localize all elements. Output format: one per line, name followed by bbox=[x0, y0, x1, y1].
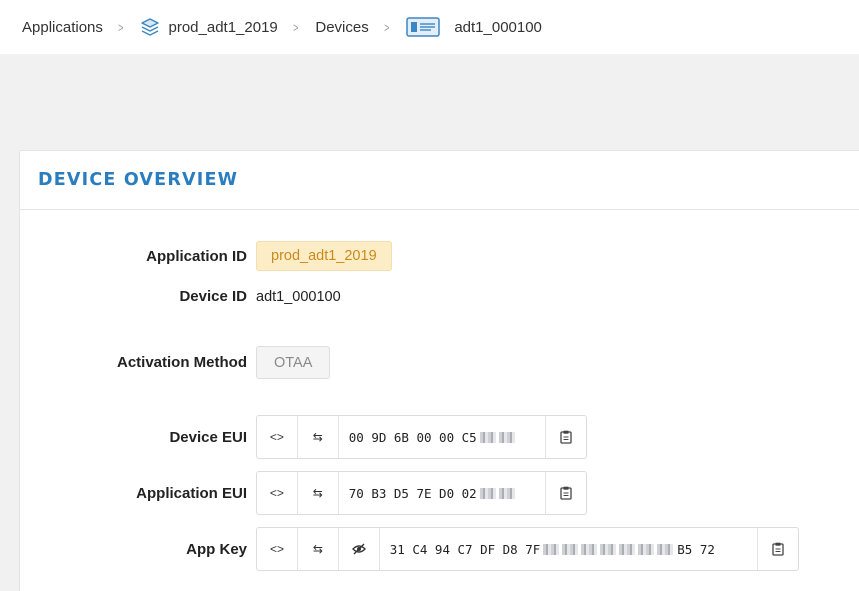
eye-slash-icon[interactable] bbox=[339, 528, 380, 570]
breadcrumb-application[interactable]: prod_adt1_2019 bbox=[140, 17, 278, 37]
layers-icon bbox=[140, 17, 160, 37]
activation-method-label: Activation Method bbox=[117, 354, 247, 371]
redacted-bytes bbox=[581, 543, 598, 555]
card-title: DEVICE OVERVIEW bbox=[38, 170, 239, 190]
device-eui-label: Device EUI bbox=[169, 428, 247, 446]
redacted-bytes bbox=[619, 543, 636, 555]
clipboard-icon[interactable] bbox=[545, 416, 586, 458]
redacted-bytes bbox=[479, 431, 496, 443]
breadcrumb-applications-label: Applications bbox=[22, 18, 103, 36]
code-icon[interactable]: <> bbox=[257, 472, 298, 514]
app-key-value-box[interactable]: 31 C4 94 C7 DF D8 7F B5 72 bbox=[380, 528, 757, 570]
redacted-bytes bbox=[543, 543, 560, 555]
breadcrumb-device[interactable]: adt1_000100 bbox=[406, 16, 542, 38]
breadcrumb-application-label: prod_adt1_2019 bbox=[168, 18, 278, 36]
redacted-bytes bbox=[562, 543, 579, 555]
app-key-label: App Key bbox=[186, 540, 247, 558]
redacted-bytes bbox=[498, 487, 515, 499]
chevron-right-icon: > bbox=[383, 19, 390, 35]
application-id-label: Application ID bbox=[146, 247, 247, 265]
application-eui-row: Application EUI <> ⇆ 70 B3 D5 7E D0 02 bbox=[20, 471, 587, 515]
app-key-field: <> ⇆ 31 C4 94 C7 DF D8 7F B5 72 bbox=[256, 527, 799, 571]
device-overview-card: DEVICE OVERVIEW Application ID prod_adt1… bbox=[19, 150, 859, 591]
activation-method-tag: OTAA bbox=[256, 346, 331, 379]
clipboard-icon[interactable] bbox=[545, 472, 586, 514]
app-key-value-end: B5 72 bbox=[677, 541, 715, 557]
breadcrumb-device-label: adt1_000100 bbox=[454, 18, 542, 36]
device-id-value: adt1_000100 bbox=[256, 288, 341, 305]
redacted-bytes bbox=[638, 543, 655, 555]
application-eui-field: <> ⇆ 70 B3 D5 7E D0 02 bbox=[256, 471, 587, 515]
redacted-bytes bbox=[600, 543, 617, 555]
activation-method-row: Activation Method OTAA bbox=[20, 346, 331, 379]
code-icon[interactable]: <> bbox=[257, 528, 298, 570]
device-eui-value: 00 9D 6B 00 00 C5 bbox=[348, 429, 477, 445]
application-id-tag[interactable]: prod_adt1_2019 bbox=[256, 241, 392, 271]
code-icon[interactable]: <> bbox=[257, 416, 298, 458]
application-eui-value-box[interactable]: 70 B3 D5 7E D0 02 bbox=[339, 472, 545, 514]
swap-icon[interactable]: ⇆ bbox=[298, 528, 339, 570]
application-eui-value: 70 B3 D5 7E D0 02 bbox=[348, 485, 477, 501]
breadcrumb-devices-label: Devices bbox=[315, 18, 369, 36]
device-id-row: Device ID adt1_000100 bbox=[20, 288, 341, 305]
breadcrumb: Applications > prod_adt1_2019 > Devices … bbox=[0, 0, 859, 54]
redacted-bytes bbox=[657, 543, 674, 555]
device-id-label: Device ID bbox=[179, 288, 247, 305]
app-key-value-start: 31 C4 94 C7 DF D8 7F bbox=[389, 541, 541, 557]
app-key-row: App Key <> ⇆ 31 C4 94 C7 DF D8 7F B5 72 bbox=[20, 527, 799, 571]
breadcrumb-devices[interactable]: Devices bbox=[315, 19, 368, 36]
swap-icon[interactable]: ⇆ bbox=[298, 472, 339, 514]
clipboard-icon[interactable] bbox=[757, 528, 798, 570]
chevron-right-icon: > bbox=[292, 19, 299, 35]
swap-icon[interactable]: ⇆ bbox=[298, 416, 339, 458]
redacted-bytes bbox=[479, 487, 496, 499]
redacted-bytes bbox=[498, 431, 515, 443]
device-eui-field: <> ⇆ 00 9D 6B 00 00 C5 bbox=[256, 415, 587, 459]
card-header: DEVICE OVERVIEW bbox=[20, 151, 859, 210]
chevron-right-icon: > bbox=[118, 19, 124, 35]
breadcrumb-applications[interactable]: Applications bbox=[22, 19, 103, 36]
application-id-row: Application ID prod_adt1_2019 bbox=[20, 241, 392, 271]
device-eui-value-box[interactable]: 00 9D 6B 00 00 C5 bbox=[339, 416, 545, 458]
device-eui-row: Device EUI <> ⇆ 00 9D 6B 00 00 C5 bbox=[20, 415, 587, 459]
device-icon bbox=[406, 16, 441, 38]
application-eui-label: Application EUI bbox=[136, 484, 247, 502]
